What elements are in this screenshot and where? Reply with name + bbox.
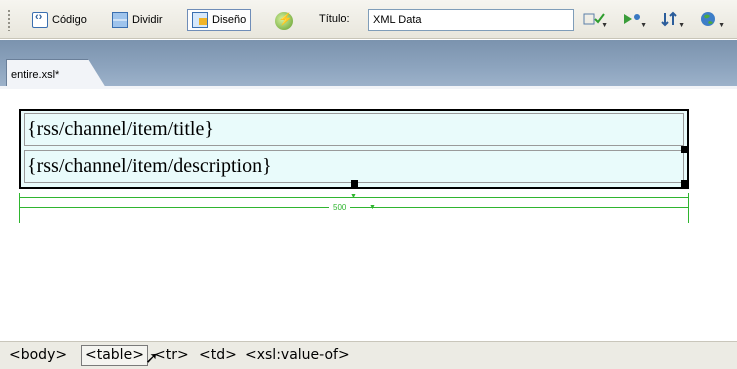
- selected-table[interactable]: {rss/channel/item/title} {rss/channel/it…: [19, 109, 689, 189]
- document-tab-strip: entire.xsl*: [0, 40, 737, 88]
- browser-preview-button[interactable]: ▼: [700, 11, 726, 29]
- preview-button[interactable]: ▼: [622, 11, 648, 29]
- design-view-button[interactable]: Diseño: [187, 9, 252, 31]
- split-view-button[interactable]: Dividir: [107, 9, 168, 31]
- title-input[interactable]: [368, 9, 574, 31]
- mouse-pointer-icon: ➚: [145, 348, 159, 367]
- design-view[interactable]: {rss/channel/item/title} {rss/channel/it…: [0, 89, 737, 339]
- title-label: Título:: [319, 13, 350, 25]
- split-view-label: Dividir: [132, 14, 163, 26]
- tag-td[interactable]: <td>: [199, 347, 237, 363]
- tag-table[interactable]: <table>: [81, 345, 148, 366]
- table-cell-title[interactable]: {rss/channel/item/title}: [24, 113, 684, 146]
- width-menu-arrow-icon[interactable]: ▼: [369, 204, 376, 211]
- resize-handle-corner[interactable]: [681, 180, 688, 187]
- design-view-label: Diseño: [212, 14, 247, 26]
- split-view-icon: [112, 12, 128, 28]
- tag-xsl-value-of[interactable]: <xsl:value-of>: [245, 347, 350, 363]
- tag-selector-bar: <body> <table> <tr> <td> <xsl:value-of> …: [0, 341, 737, 369]
- refresh-button[interactable]: ▼: [660, 11, 686, 29]
- code-view-icon: [32, 11, 48, 28]
- table-cell-description[interactable]: {rss/channel/item/description}: [24, 150, 684, 183]
- live-data-icon[interactable]: [275, 12, 293, 30]
- tag-tr[interactable]: <tr>: [154, 347, 189, 363]
- toolbar-grip[interactable]: [7, 9, 11, 31]
- document-toolbar: Código Dividir Diseño Título: ▼ ▼ ▼: [0, 0, 737, 39]
- resize-handle-bottom[interactable]: [351, 180, 358, 187]
- tag-body[interactable]: <body>: [9, 347, 67, 363]
- design-view-icon: [192, 12, 208, 28]
- table-width-guide: ▼ 500 ▼: [19, 193, 689, 223]
- table-width-label: 500: [329, 203, 351, 212]
- resize-handle-right[interactable]: [681, 146, 688, 153]
- code-view-button[interactable]: Código: [27, 9, 92, 31]
- code-view-label: Código: [52, 14, 87, 26]
- tab-entire-xsl[interactable]: entire.xsl*: [6, 59, 106, 88]
- validate-button[interactable]: ▼: [583, 11, 609, 29]
